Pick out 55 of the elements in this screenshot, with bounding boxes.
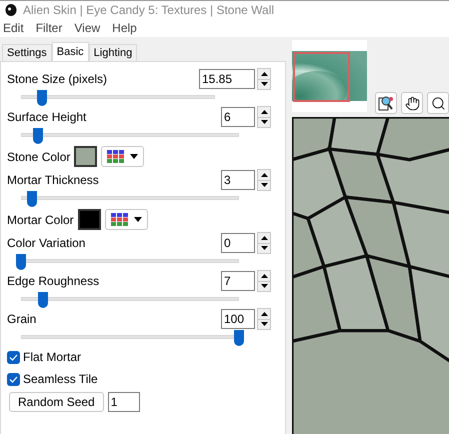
menu-item[interactable]: View (74, 19, 100, 37)
color-label: Stone Color (7, 148, 70, 166)
value-field[interactable]: 7 (221, 271, 255, 291)
menu-item[interactable]: Edit (3, 19, 24, 37)
checkbox[interactable] (7, 372, 20, 386)
palette-dropdown[interactable] (104, 209, 148, 230)
slider-thumb[interactable] (234, 330, 244, 346)
value-field[interactable]: 15.85 (199, 69, 255, 89)
random-seed-button[interactable]: Random Seed (9, 392, 104, 412)
slider-label: Stone Size (pixels) (7, 71, 108, 88)
color-label: Mortar Color (7, 212, 74, 228)
menu-item[interactable]: Filter (36, 19, 62, 37)
slider-label: Edge Roughness (7, 273, 100, 290)
window-title: Alien Skin | Eye Candy 5: Textures | Stone Wall (23, 2, 274, 19)
caret-icon (130, 154, 138, 159)
color-swatch[interactable] (78, 209, 101, 230)
palette-dropdown[interactable] (101, 146, 144, 167)
slider-thumb[interactable] (37, 90, 48, 106)
spin-buttons[interactable] (257, 308, 271, 330)
check-icon (9, 354, 18, 360)
tab[interactable]: Basic (52, 42, 89, 61)
search-icon[interactable] (427, 92, 449, 114)
tab[interactable]: Lighting (88, 44, 138, 61)
spin-buttons[interactable] (257, 169, 271, 191)
checkbox[interactable] (7, 350, 20, 364)
compare-icon[interactable] (375, 92, 397, 114)
slider-label: Mortar Thickness (7, 172, 99, 189)
hand-icon[interactable] (401, 92, 423, 114)
checkbox-label: Seamless Tile (23, 371, 98, 388)
value-field[interactable]: 6 (221, 107, 255, 127)
viewport-frame[interactable] (293, 52, 350, 102)
check-icon (9, 376, 18, 382)
value-field[interactable]: 100 (221, 309, 255, 329)
value-field[interactable]: 0 (221, 233, 255, 253)
palette-icon (110, 213, 128, 226)
caret-icon (134, 217, 142, 222)
slider-thumb[interactable] (26, 191, 37, 207)
spin-buttons[interactable] (257, 68, 271, 90)
checkbox-label: Flat Mortar (23, 349, 82, 366)
spin-buttons[interactable] (257, 106, 271, 128)
slider-label: Surface Height (7, 109, 86, 126)
slider-label: Grain (7, 311, 36, 328)
value-field[interactable]: 3 (221, 170, 255, 190)
slider-thumb[interactable] (33, 128, 44, 144)
color-swatch[interactable] (74, 146, 98, 167)
spin-buttons[interactable] (257, 232, 271, 254)
slider-thumb[interactable] (16, 254, 26, 270)
palette-icon (107, 150, 124, 163)
tab[interactable]: Settings (2, 44, 52, 61)
slider-label: Color Variation (7, 235, 86, 252)
seed-field[interactable]: 1 (108, 392, 140, 412)
menu-item[interactable]: Help (112, 19, 137, 37)
spin-buttons[interactable] (257, 270, 271, 292)
app-icon (5, 4, 17, 16)
slider-thumb[interactable] (38, 292, 48, 308)
